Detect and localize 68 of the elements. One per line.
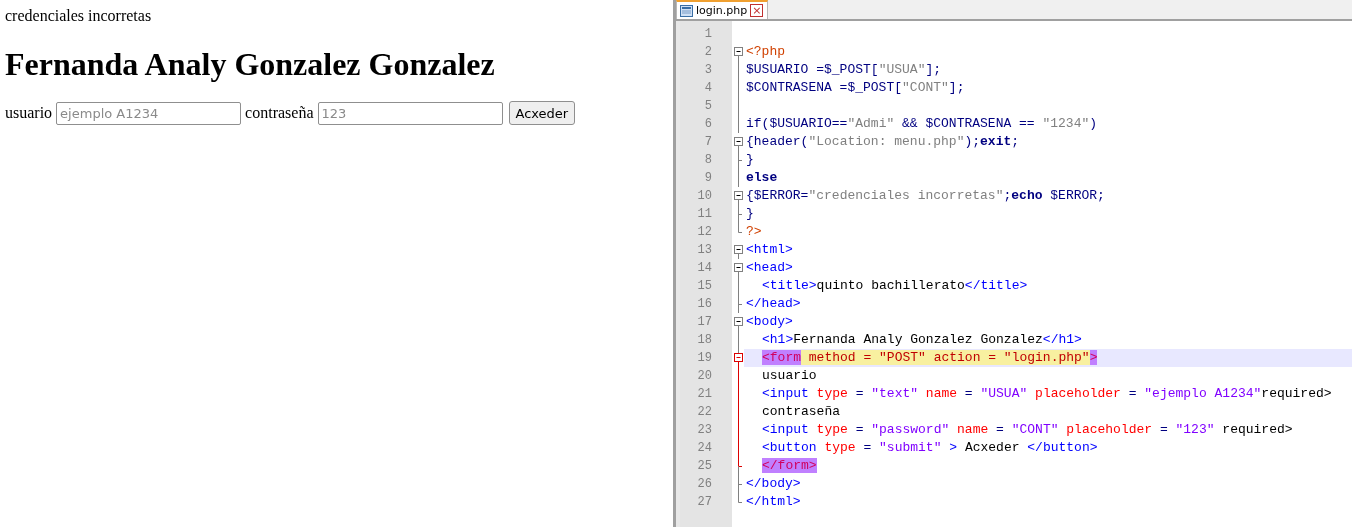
fold-toggle-icon[interactable]: [734, 137, 743, 151]
page-heading: Fernanda Analy Gonzalez Gonzalez: [5, 45, 496, 83]
code-line: }: [745, 151, 755, 169]
code-line: </head>: [745, 295, 802, 313]
code-line: $CONTRASENA =$_POST["CONT"];: [745, 79, 966, 97]
code-line: {header("Location: menu.php");exit;: [745, 133, 1021, 151]
code-line: <html>: [745, 241, 794, 259]
line-number: 18: [696, 332, 713, 349]
field-label: contraseña: [245, 104, 314, 122]
fold-toggle-icon[interactable]: [734, 349, 743, 367]
line-number: 23: [696, 422, 713, 439]
code-line: <head>: [745, 259, 794, 277]
error-message: credenciales incorretas: [5, 6, 153, 26]
close-icon[interactable]: ×: [750, 4, 764, 17]
code-line: <body>: [745, 313, 794, 331]
code-line: else: [745, 169, 779, 187]
code-line: ?>: [745, 223, 763, 241]
line-number: 1: [703, 26, 713, 43]
line-number: 21: [696, 386, 713, 403]
line-number: 5: [703, 98, 713, 115]
line-number: 4: [703, 80, 713, 97]
code-line: $USUARIO =$_POST["USUA"];: [745, 61, 943, 79]
line-number: 11: [696, 206, 713, 223]
line-number: 2: [703, 44, 713, 61]
password-field[interactable]: 123: [317, 101, 503, 125]
line-number: 10: [696, 188, 713, 205]
line-number: 12: [696, 224, 713, 241]
line-number: 17: [696, 314, 713, 331]
line-number: 26: [696, 476, 713, 493]
line-number: 19: [696, 350, 713, 367]
line-number: 7: [703, 134, 713, 151]
line-number: 14: [696, 260, 713, 277]
code-line: <button type = "submit" > Acxeder </button>: [761, 439, 1099, 457]
code-line: </html>: [745, 493, 802, 511]
line-number: 3: [703, 62, 713, 79]
line-number: 13: [696, 242, 713, 259]
fold-toggle-icon[interactable]: [734, 191, 743, 205]
code-line: if($USUARIO=="Admi" && $CONTRASENA == "1234"): [745, 115, 1099, 133]
line-number: 6: [703, 116, 713, 133]
line-number: 22: [696, 404, 713, 421]
field-label: usuario: [5, 104, 53, 122]
code-line: usuario: [761, 367, 818, 385]
line-number: 20: [696, 368, 713, 385]
code-line: <input type = "password" name = "CONT" placeholder = "123" required>: [761, 421, 1294, 439]
submit-button[interactable]: Acxeder: [508, 101, 576, 125]
line-number: 25: [696, 458, 713, 475]
line-number: 16: [696, 296, 713, 313]
code-line: </body>: [745, 475, 802, 493]
code-line: }: [745, 205, 755, 223]
file-tab[interactable]: login.php ×: [676, 0, 769, 19]
username-field[interactable]: ejemplo A1234: [56, 101, 242, 125]
file-icon: [680, 4, 693, 17]
line-number: 8: [703, 152, 713, 169]
code-line: <?php: [745, 43, 786, 61]
fold-line-icon: [738, 331, 739, 349]
code-line: <input type = "text" name = "USUA" placeholder = "ejemplo A1234"required>: [761, 385, 1333, 403]
code-line: <title>quinto bachillerato</title>: [761, 277, 1029, 295]
code-line: contraseña: [761, 403, 841, 421]
line-number: 27: [696, 494, 713, 511]
line-number: 24: [696, 440, 713, 457]
code-line: <h1>Fernanda Analy Gonzalez Gonzalez</h1>: [761, 331, 1083, 349]
fold-toggle-icon[interactable]: [734, 263, 743, 277]
line-number: 9: [703, 170, 713, 187]
fold-toggle-icon[interactable]: [734, 317, 743, 331]
fold-toggle-icon[interactable]: [734, 47, 743, 61]
line-number: 15: [696, 278, 713, 295]
fold-toggle-icon[interactable]: [734, 245, 743, 259]
code-line: {$ERROR="credenciales incorretas";echo $ERROR;: [745, 187, 1106, 205]
